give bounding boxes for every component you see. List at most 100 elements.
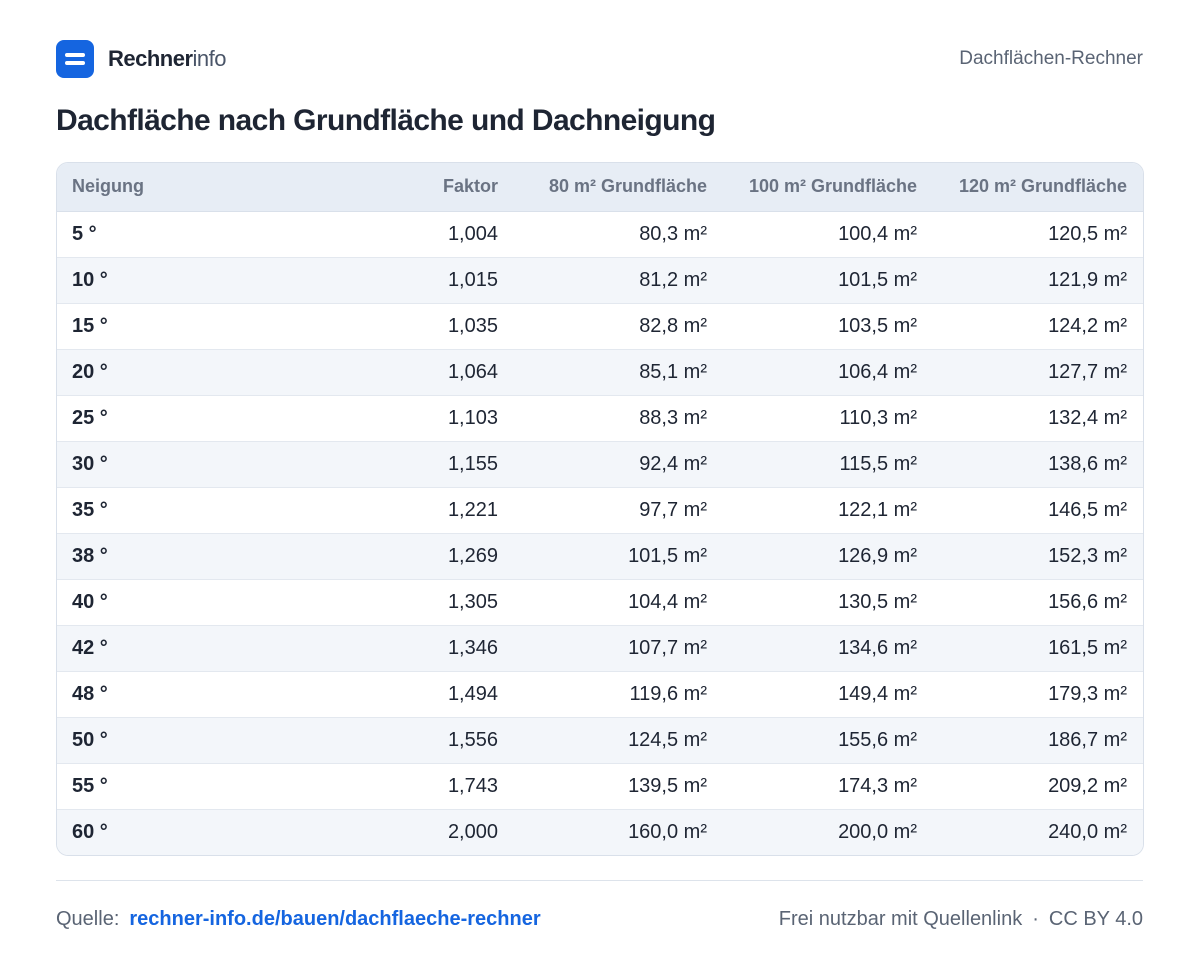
license-info: Frei nutzbar mit Quellenlink · CC BY 4.0 xyxy=(779,908,1143,931)
area-120-cell: 161,5 m² xyxy=(933,625,1143,672)
area-100-cell: 126,9 m² xyxy=(723,533,933,580)
area-80-cell: 81,2 m² xyxy=(514,257,723,304)
table-row: 38 ° 1,269 101,5 m² 126,9 m² 152,3 m² xyxy=(57,533,1143,580)
area-120-cell: 121,9 m² xyxy=(933,257,1143,304)
area-80-cell: 80,3 m² xyxy=(514,211,723,258)
area-100-cell: 110,3 m² xyxy=(723,395,933,442)
area-80-cell: 104,4 m² xyxy=(514,579,723,626)
area-120-cell: 156,6 m² xyxy=(933,579,1143,626)
area-80-cell: 139,5 m² xyxy=(514,763,723,810)
area-80-cell: 107,7 m² xyxy=(514,625,723,672)
faktor-cell: 1,346 xyxy=(357,625,514,672)
neigung-cell: 55 ° xyxy=(57,763,357,810)
area-100-cell: 134,6 m² xyxy=(723,625,933,672)
area-80-cell: 82,8 m² xyxy=(514,303,723,350)
faktor-cell: 1,004 xyxy=(357,211,514,258)
faktor-cell: 1,155 xyxy=(357,441,514,488)
neigung-cell: 60 ° xyxy=(72,820,108,843)
faktor-cell: 1,015 xyxy=(357,257,514,304)
area-100-cell: 101,5 m² xyxy=(723,257,933,304)
area-120-cell: 240,0 m² xyxy=(1048,820,1127,843)
table-row: 40 ° 1,305 104,4 m² 130,5 m² 156,6 m² xyxy=(57,579,1143,626)
area-120-cell: 209,2 m² xyxy=(933,763,1143,810)
faktor-cell: 1,221 xyxy=(357,487,514,534)
area-80-cell: 101,5 m² xyxy=(514,533,723,580)
page-footer: Quelle: rechner-info.de/bauen/dachflaeche… xyxy=(56,902,1143,936)
license-label: CC BY 4.0 xyxy=(1048,907,1143,930)
page-header: Rechnerinfo Dachflächen-Rechner xyxy=(56,40,1143,78)
table-row: 50 ° 1,556 124,5 m² 155,6 m² 186,7 m² xyxy=(57,717,1143,764)
separator: · xyxy=(1032,907,1039,930)
faktor-cell: 1,494 xyxy=(357,671,514,718)
neigung-cell: 48 ° xyxy=(57,671,357,718)
equals-logo-icon xyxy=(56,40,94,78)
neigung-cell: 40 ° xyxy=(57,579,357,626)
area-120-cell: 152,3 m² xyxy=(933,533,1143,580)
page-label: Dachflächen-Rechner xyxy=(959,48,1143,69)
area-100-cell: 122,1 m² xyxy=(723,487,933,534)
area-100-cell: 103,5 m² xyxy=(723,303,933,350)
area-100-cell: 115,5 m² xyxy=(723,441,933,488)
area-120-cell: 132,4 m² xyxy=(933,395,1143,442)
table-row: 60 ° 2,000 160,0 m² 200,0 m² 240,0 m² xyxy=(57,809,1143,855)
area-100-cell: 149,4 m² xyxy=(723,671,933,718)
table-row: 42 ° 1,346 107,7 m² 134,6 m² 161,5 m² xyxy=(57,625,1143,672)
table-header-row: Neigung Faktor 80 m² Grundfläche 100 m² … xyxy=(57,163,1143,212)
area-80-cell: 160,0 m² xyxy=(628,820,707,843)
area-120-cell: 186,7 m² xyxy=(933,717,1143,764)
brand[interactable]: Rechnerinfo xyxy=(56,40,227,78)
area-80-cell: 97,7 m² xyxy=(514,487,723,534)
table-row: 48 ° 1,494 119,6 m² 149,4 m² 179,3 m² xyxy=(57,671,1143,718)
neigung-cell: 30 ° xyxy=(57,441,357,488)
faktor-cell: 1,269 xyxy=(357,533,514,580)
table-row: 55 ° 1,743 139,5 m² 174,3 m² 209,2 m² xyxy=(57,763,1143,810)
area-100-cell: 174,3 m² xyxy=(723,763,933,810)
area-80-cell: 119,6 m² xyxy=(514,671,723,718)
brand-name: Rechnerinfo xyxy=(108,46,227,72)
table-row: 15 ° 1,035 82,8 m² 103,5 m² 124,2 m² xyxy=(57,303,1143,350)
area-100-cell: 100,4 m² xyxy=(723,211,933,258)
area-120-cell: 127,7 m² xyxy=(933,349,1143,396)
area-100-cell: 130,5 m² xyxy=(723,579,933,626)
table-row: 25 ° 1,103 88,3 m² 110,3 m² 132,4 m² xyxy=(57,395,1143,442)
table-row: 5 ° 1,004 80,3 m² 100,4 m² 120,5 m² xyxy=(57,211,1143,258)
table-row: 30 ° 1,155 92,4 m² 115,5 m² 138,6 m² xyxy=(57,441,1143,488)
column-header-80: 80 m² Grundfläche xyxy=(514,163,723,212)
area-120-cell: 120,5 m² xyxy=(933,211,1143,258)
footer-divider xyxy=(56,880,1143,881)
source: Quelle: rechner-info.de/bauen/dachflaeche… xyxy=(56,908,541,931)
source-link[interactable]: rechner-info.de/bauen/dachflaeche-rechne… xyxy=(129,908,540,930)
area-100-cell: 106,4 m² xyxy=(723,349,933,396)
area-100-cell: 200,0 m² xyxy=(838,820,917,843)
neigung-cell: 50 ° xyxy=(57,717,357,764)
source-label: Quelle: xyxy=(56,907,120,930)
roof-area-table: Neigung Faktor 80 m² Grundfläche 100 m² … xyxy=(56,162,1144,856)
area-80-cell: 88,3 m² xyxy=(514,395,723,442)
faktor-cell: 1,305 xyxy=(357,579,514,626)
neigung-cell: 20 ° xyxy=(57,349,357,396)
table-row: 20 ° 1,064 85,1 m² 106,4 m² 127,7 m² xyxy=(57,349,1143,396)
area-100-cell: 155,6 m² xyxy=(723,717,933,764)
neigung-cell: 5 ° xyxy=(57,211,357,258)
neigung-cell: 35 ° xyxy=(57,487,357,534)
area-120-cell: 138,6 m² xyxy=(933,441,1143,488)
column-header-100: 100 m² Grundfläche xyxy=(723,163,933,212)
brand-name-bold: Rechner xyxy=(108,46,193,71)
faktor-cell: 1,035 xyxy=(357,303,514,350)
faktor-cell: 1,743 xyxy=(357,763,514,810)
page-title: Dachfläche nach Grundfläche und Dachneig… xyxy=(56,104,716,137)
column-header-neigung: Neigung xyxy=(57,163,357,212)
faktor-cell: 1,103 xyxy=(357,395,514,442)
table-row: 35 ° 1,221 97,7 m² 122,1 m² 146,5 m² xyxy=(57,487,1143,534)
neigung-cell: 38 ° xyxy=(57,533,357,580)
area-120-cell: 124,2 m² xyxy=(933,303,1143,350)
table-row: 10 ° 1,015 81,2 m² 101,5 m² 121,9 m² xyxy=(57,257,1143,304)
neigung-cell: 15 ° xyxy=(57,303,357,350)
neigung-cell: 42 ° xyxy=(57,625,357,672)
area-120-cell: 146,5 m² xyxy=(933,487,1143,534)
column-header-faktor: Faktor xyxy=(357,163,514,212)
area-80-cell: 92,4 m² xyxy=(514,441,723,488)
faktor-cell: 1,064 xyxy=(357,349,514,396)
brand-name-light: info xyxy=(192,46,227,71)
neigung-cell: 10 ° xyxy=(57,257,357,304)
